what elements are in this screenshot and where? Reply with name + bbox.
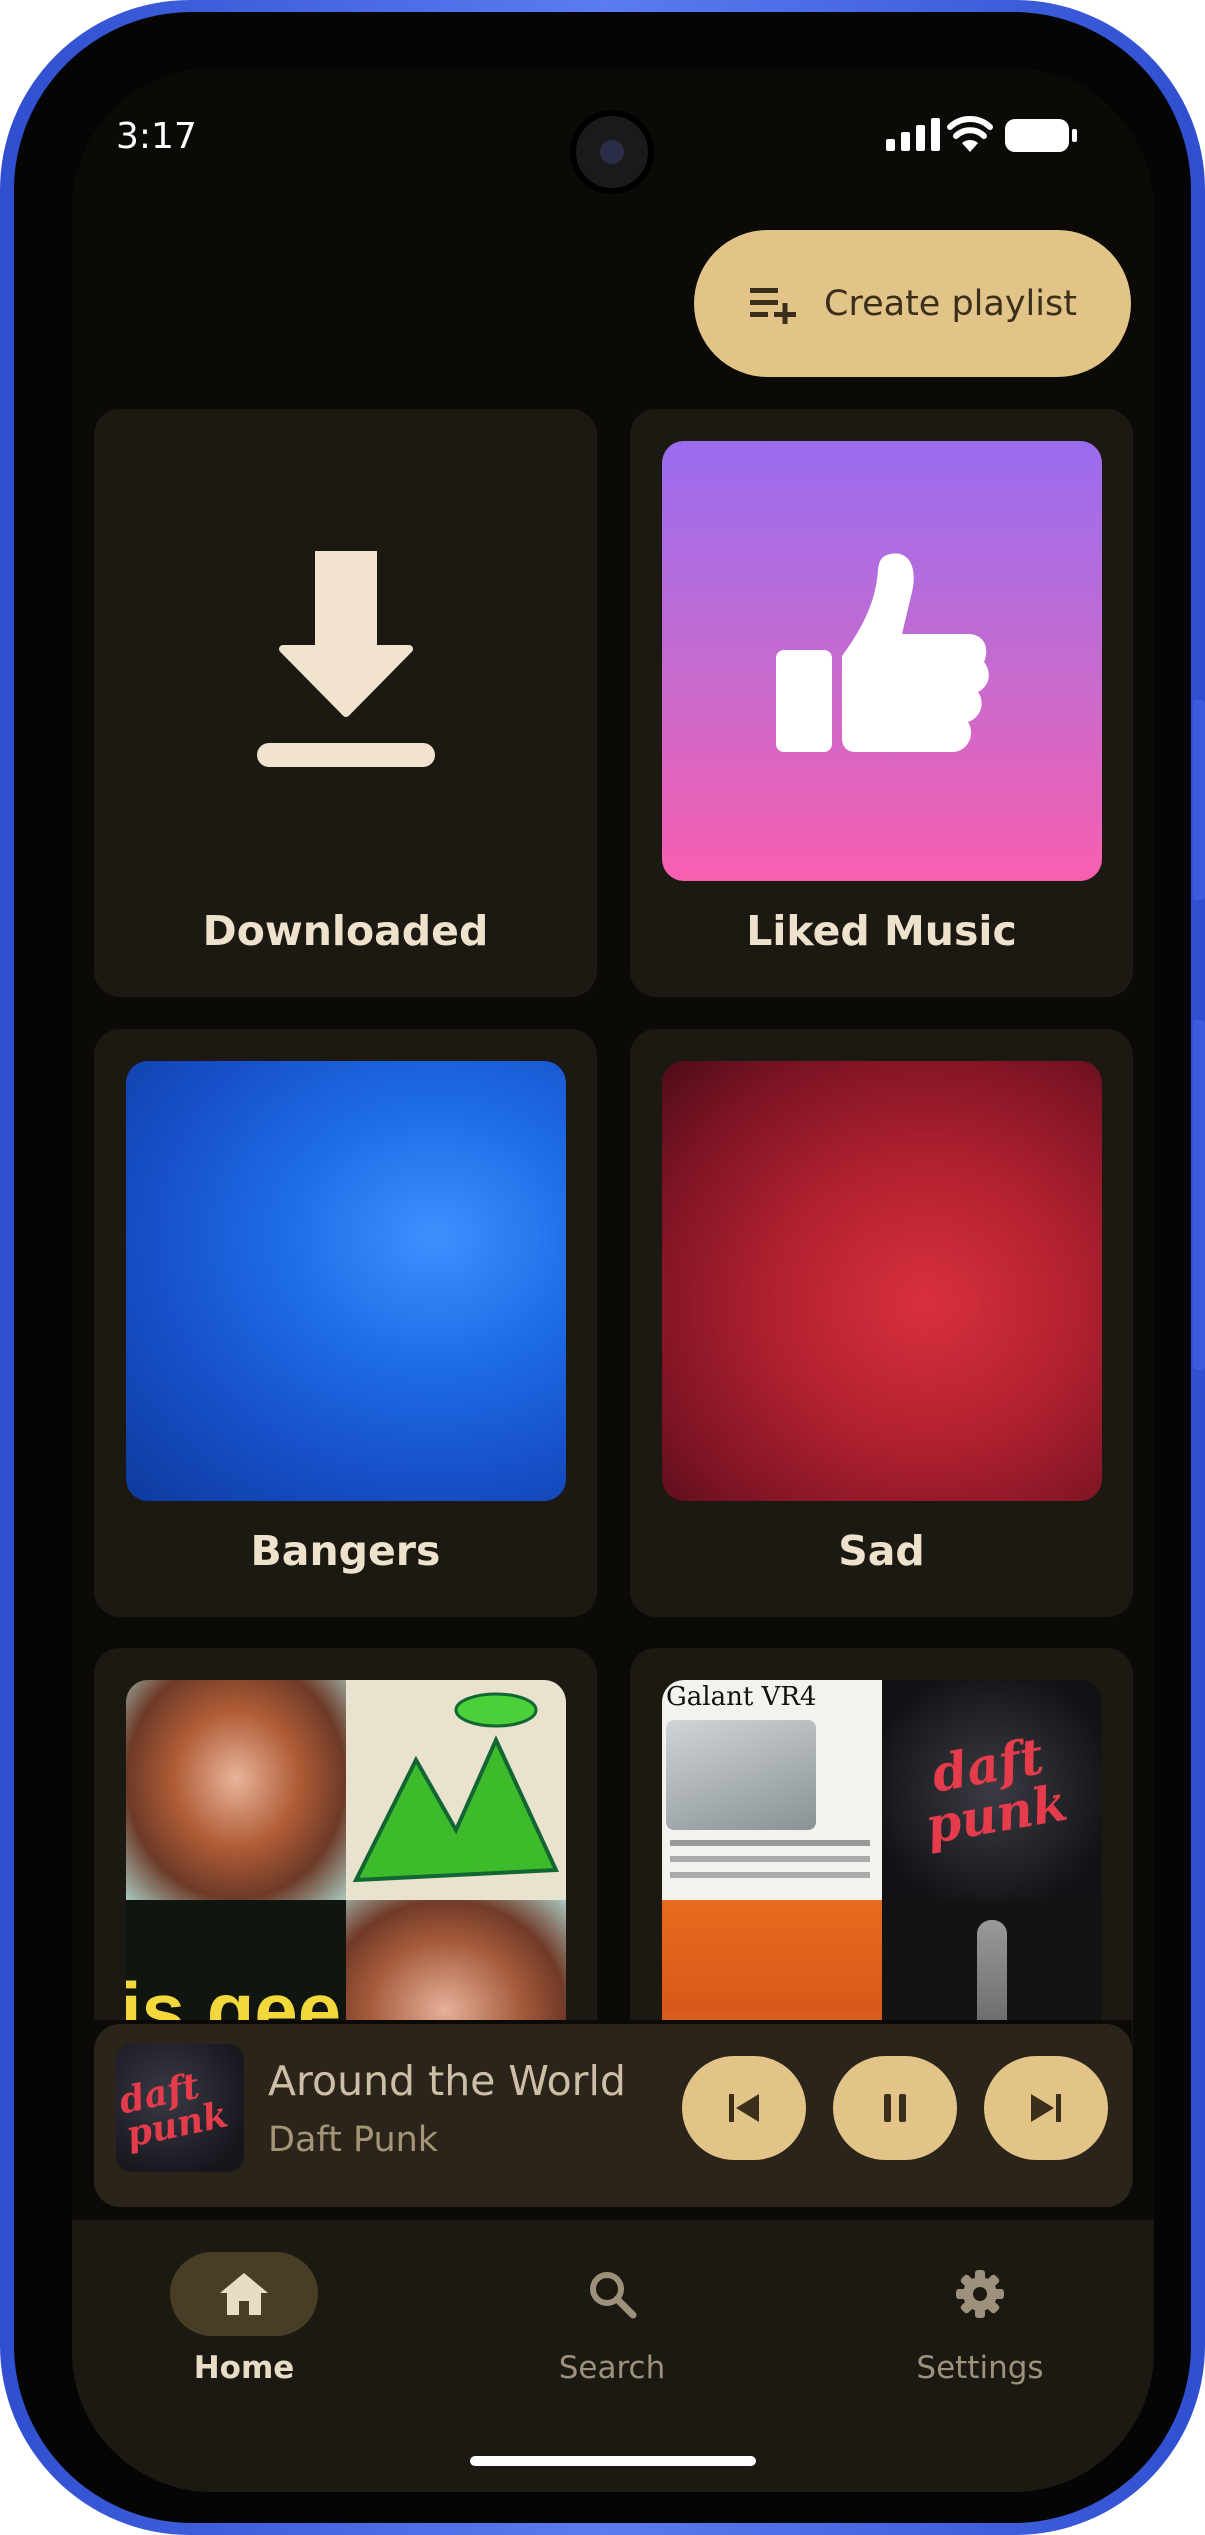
download-icon — [257, 551, 435, 767]
phone-frame: 3:17 Create playlist Downloaded Liked Mu… — [0, 0, 1205, 2535]
nav-search[interactable]: Search — [482, 2252, 742, 2386]
home-indicator[interactable] — [470, 2456, 756, 2466]
sad-art — [662, 1061, 1102, 1501]
status-time: 3:17 — [116, 116, 197, 157]
power-button — [1193, 1020, 1205, 1370]
gear-icon — [956, 2270, 1004, 2318]
battery-icon — [1005, 119, 1077, 152]
create-playlist-label: Create playlist — [824, 283, 1077, 324]
album-cover — [126, 1680, 346, 1900]
create-playlist-button[interactable]: Create playlist — [694, 230, 1131, 377]
nav-settings[interactable]: Settings — [850, 2252, 1110, 2386]
nav-search-pill — [538, 2252, 686, 2336]
screen: 3:17 Create playlist Downloaded Liked Mu… — [72, 68, 1154, 2492]
previous-button[interactable] — [682, 2056, 806, 2160]
now-playing-artist: Daft Punk — [268, 2120, 439, 2160]
nav-settings-label: Settings — [916, 2350, 1044, 2386]
next-button[interactable] — [984, 2056, 1108, 2160]
skip-previous-icon — [729, 2094, 759, 2122]
now-playing-art: daft punk — [116, 2044, 244, 2172]
playlist-card-downloaded[interactable]: Downloaded — [94, 409, 597, 997]
bangers-art — [126, 1061, 566, 1501]
nav-search-label: Search — [558, 2350, 666, 2386]
home-icon — [220, 2273, 268, 2315]
now-playing-title: Around the World — [268, 2057, 626, 2105]
liked-music-art — [662, 441, 1102, 881]
wifi-icon — [947, 116, 993, 152]
playlist-card-bangers[interactable]: Bangers — [94, 1029, 597, 1617]
album-cover — [346, 1680, 566, 1900]
volume-button — [1193, 700, 1205, 900]
front-camera — [570, 110, 654, 194]
playlist-card-sad[interactable]: Sad — [630, 1029, 1133, 1617]
signal-icon — [886, 118, 940, 151]
playlist-label: Downloaded — [202, 907, 489, 955]
playlist-add-icon — [750, 287, 797, 324]
now-playing-art-text: daft punk — [116, 2064, 232, 2156]
playlist-card-liked-music[interactable]: Liked Music — [630, 409, 1133, 997]
album-cover: daft punk — [882, 1680, 1102, 1900]
nav-home-pill — [170, 2252, 318, 2336]
pause-button[interactable] — [833, 2056, 957, 2160]
playlist-label: Bangers — [250, 1527, 441, 1575]
bottom-navigation: Home Search Settings — [72, 2220, 1154, 2492]
album-text: Galant VR4 — [666, 1682, 817, 1712]
skip-next-icon — [1031, 2094, 1061, 2122]
thumbs-up-icon — [776, 553, 989, 752]
album-text: daft punk — [921, 1726, 1072, 1856]
phone-bezel: 3:17 Create playlist Downloaded Liked Mu… — [14, 12, 1191, 2523]
album-cover: Galant VR4 — [662, 1680, 882, 1900]
nav-home[interactable]: Home — [114, 2252, 374, 2386]
search-icon — [590, 2272, 637, 2319]
nav-settings-pill — [906, 2252, 1054, 2336]
downloaded-art — [126, 441, 566, 881]
now-playing-bar[interactable]: daft punk Around the World Daft Punk — [94, 2024, 1132, 2207]
playlist-label: Sad — [838, 1527, 925, 1575]
nav-home-label: Home — [193, 2350, 295, 2386]
playlist-label: Liked Music — [746, 907, 1017, 955]
pause-icon — [884, 2094, 906, 2122]
status-bar: 3:17 — [72, 68, 1154, 198]
